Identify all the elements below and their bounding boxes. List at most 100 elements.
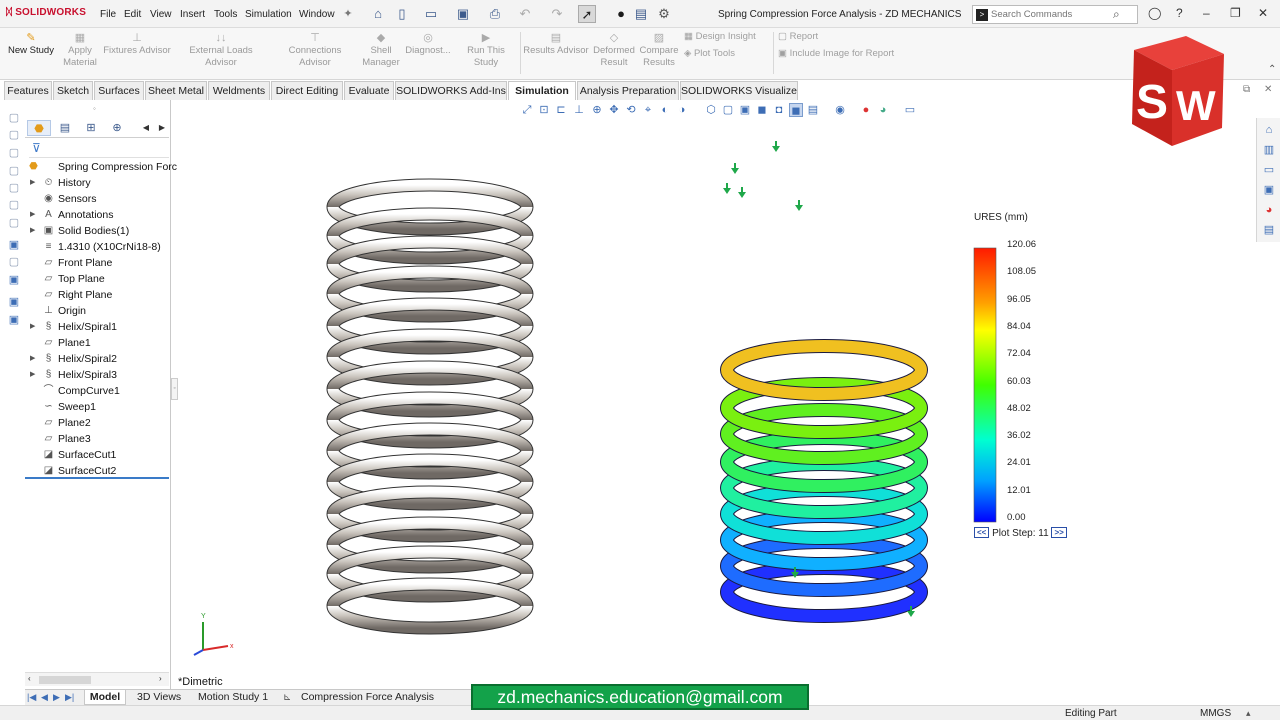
menu-window[interactable]: Window (299, 9, 335, 20)
help-icon[interactable]: ? (1176, 6, 1183, 20)
menu-view[interactable]: View (150, 9, 172, 20)
dimxpert-tab-icon[interactable]: ⊕ (105, 120, 129, 136)
redo-icon[interactable]: ↷ (548, 5, 566, 23)
strip-icon-3[interactable]: ▢ (7, 146, 21, 160)
scroll-left-icon[interactable]: ‹ (28, 674, 31, 683)
search-icon[interactable]: ⌕ (1113, 7, 1120, 22)
spring-original-model[interactable] (326, 178, 534, 635)
pane-close-icon[interactable]: ✕ (1264, 84, 1272, 95)
plot-step-next-button[interactable]: >> (1051, 527, 1067, 538)
include-image-for-report-button[interactable]: ▣ Include Image for Report (778, 48, 894, 59)
feature-tree-tab-icon[interactable]: ⬣ (27, 120, 51, 136)
compare-results-button[interactable]: ▨ Compare Results (638, 32, 680, 69)
configuration-manager-tab-icon[interactable]: ⊞ (79, 120, 103, 136)
tab-weldments[interactable]: Weldments (208, 81, 270, 100)
fixtures-advisor-button[interactable]: ⊥ Fixtures Advisor (102, 32, 172, 57)
select-cursor-icon[interactable]: ➚ (578, 5, 596, 23)
menu-edit[interactable]: Edit (124, 9, 141, 20)
options-gear-icon[interactable]: ⚙ (655, 5, 673, 23)
home-icon[interactable]: ⌂ (369, 5, 387, 23)
search-input[interactable] (991, 8, 1109, 21)
custom-properties-icon[interactable]: ▤ (1262, 223, 1276, 237)
tab-sketch[interactable]: Sketch (53, 81, 93, 100)
appearances-icon[interactable]: ◕ (1262, 203, 1276, 217)
pin-icon[interactable]: ✦ (339, 5, 357, 23)
deformed-result-button[interactable]: ◇ Deformed Result (592, 32, 636, 69)
tab-3d-views[interactable]: 3D Views (137, 690, 181, 705)
strip-icon-4[interactable]: ▢ (7, 164, 21, 178)
restore-icon[interactable]: ❐ (1230, 6, 1241, 20)
new-study-button[interactable]: ✎ New Study (6, 32, 56, 57)
new-document-icon[interactable]: ▯ (393, 5, 411, 23)
spring-deformed-result[interactable] (720, 339, 928, 623)
plot-tools-button[interactable]: ◈ Plot Tools (684, 48, 735, 59)
panel-grip-icon[interactable]: ◦ (93, 104, 96, 113)
strip-icon-7[interactable]: ▢ (7, 216, 21, 230)
strip-icon-12[interactable]: ▣ (7, 313, 21, 327)
tab-scroll-right-icon[interactable]: ▶ (155, 120, 169, 136)
close-icon[interactable]: ✕ (1258, 6, 1268, 20)
solidworks-resources-icon[interactable]: ⌂ (1262, 123, 1276, 137)
scroll-thumb[interactable] (39, 676, 91, 684)
save-icon[interactable]: ▣ (454, 5, 472, 23)
scroll-right-icon[interactable]: › (159, 674, 162, 683)
menu-file[interactable]: File (100, 9, 116, 20)
strip-icon-11[interactable]: ▣ (7, 295, 21, 309)
shell-manager-button[interactable]: ◆ Shell Manager (360, 32, 402, 69)
external-loads-advisor-button[interactable]: ↓↓ External Loads Advisor (174, 32, 268, 69)
status-units-dropdown-icon[interactable]: ▴ (1246, 708, 1251, 719)
tab-scroll-left-icon[interactable]: ◀ (139, 120, 153, 136)
diagnostics-button[interactable]: ◎ Diagnost... (404, 32, 452, 57)
strip-icon-5[interactable]: ▢ (7, 181, 21, 195)
rebuild-icon[interactable]: ● (612, 5, 630, 23)
design-library-icon[interactable]: ▥ (1262, 143, 1276, 157)
user-account-icon[interactable]: ◯ (1148, 6, 1161, 20)
expand-arrow-icon[interactable]: ▶ (30, 367, 38, 383)
last-tab-icon[interactable]: ▶| (65, 690, 74, 705)
status-units[interactable]: MMGS (1200, 708, 1231, 719)
tab-sheet-metal[interactable]: Sheet Metal (145, 81, 207, 100)
pane-float-icon[interactable]: ⧉ (1243, 84, 1250, 95)
expand-arrow-icon[interactable]: ▶ (30, 207, 38, 223)
connections-advisor-button[interactable]: ⊤ Connections Advisor (272, 32, 358, 69)
strip-icon-10[interactable]: ▣ (7, 273, 21, 287)
tab-evaluate[interactable]: Evaluate (344, 81, 394, 100)
tab-solidworks-addins[interactable]: SOLIDWORKS Add-Ins (395, 81, 507, 100)
tab-features[interactable]: Features (4, 81, 52, 100)
tab-solidworks-visualize[interactable]: SOLIDWORKS Visualize (680, 81, 798, 100)
open-folder-icon[interactable]: ▭ (422, 5, 440, 23)
rollback-bar[interactable] (25, 477, 169, 479)
expand-arrow-icon[interactable]: ▶ (30, 223, 38, 239)
file-explorer-icon[interactable]: ▭ (1262, 163, 1276, 177)
undo-icon[interactable]: ↶ (516, 5, 534, 23)
strip-icon-9[interactable]: ▢ (7, 255, 21, 269)
menu-simulation[interactable]: Simulation (245, 9, 292, 20)
strip-icon-6[interactable]: ▢ (7, 198, 21, 212)
tab-simulation[interactable]: Simulation (508, 81, 576, 100)
file-properties-icon[interactable]: ▤ (632, 5, 650, 23)
menu-insert[interactable]: Insert (180, 9, 205, 20)
next-tab-icon[interactable]: ▶ (53, 690, 60, 705)
collapse-ribbon-icon[interactable]: ⌃ (1268, 64, 1276, 75)
prev-tab-icon[interactable]: ◀ (41, 690, 48, 705)
strip-icon-8[interactable]: ▣ (7, 238, 21, 252)
solidworks-logo[interactable]: ᛞ SOLIDWORKS (6, 7, 86, 18)
tab-surfaces[interactable]: Surfaces (94, 81, 144, 100)
strip-icon-2[interactable]: ▢ (7, 128, 21, 142)
tab-direct-editing[interactable]: Direct Editing (271, 81, 343, 100)
search-commands-box[interactable]: > ⌕ (972, 5, 1138, 24)
view-palette-icon[interactable]: ▣ (1262, 183, 1276, 197)
apply-material-button[interactable]: ▦ Apply Material (60, 32, 100, 69)
plot-step-previous-button[interactable]: << (974, 527, 990, 538)
menu-tools[interactable]: Tools (214, 9, 237, 20)
expand-arrow-icon[interactable]: ▶ (30, 351, 38, 367)
tab-motion-study-1[interactable]: Motion Study 1 (198, 690, 268, 705)
expand-arrow-icon[interactable]: ▶ (30, 175, 38, 191)
design-insight-button[interactable]: ▦ Design Insight (684, 31, 756, 42)
expand-arrow-icon[interactable]: ▶ (30, 319, 38, 335)
graphics-area[interactable]: Y x (172, 100, 1256, 690)
tab-model[interactable]: Model (84, 690, 126, 705)
tree-filter[interactable]: ⊽ (29, 140, 169, 158)
results-advisor-button[interactable]: ▤ Results Advisor (522, 32, 590, 57)
strip-icon-1[interactable]: ▢ (7, 111, 21, 125)
